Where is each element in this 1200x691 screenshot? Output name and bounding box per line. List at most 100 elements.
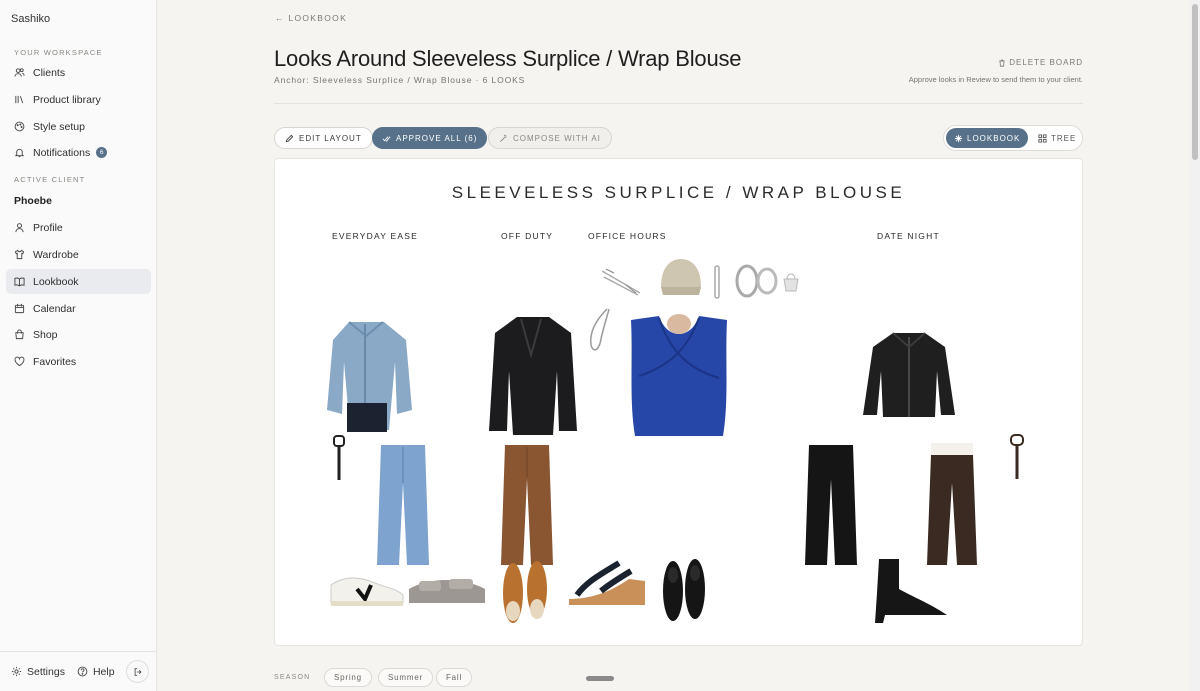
user-icon <box>15 223 24 233</box>
trash-icon <box>999 59 1006 67</box>
active-client-name: Phoebe <box>14 195 52 207</box>
sidebar-item-shop[interactable]: Shop <box>6 322 151 347</box>
gear-icon <box>11 666 22 677</box>
help-circle-icon <box>77 666 88 677</box>
compose-with-ai-label: COMPOSE WITH AI <box>513 133 601 143</box>
pencil-icon <box>285 134 294 142</box>
calendar-icon <box>14 303 25 314</box>
page-subtitle: Anchor: Sleeveless Surplice / Wrap Blous… <box>274 75 526 85</box>
sidebar-item-calendar[interactable]: Calendar <box>6 296 151 321</box>
scrollbar[interactable] <box>1190 0 1200 691</box>
sidebar-item-profile[interactable]: Profile <box>6 215 151 240</box>
sidebar-item-label: Favorites <box>33 355 77 368</box>
board-title: SLEEVELESS SURPLICE / WRAP BLOUSE <box>451 183 906 202</box>
settings-label: Settings <box>27 665 65 678</box>
shirt-icon <box>14 249 25 260</box>
sidebar-item-label: Product library <box>33 93 101 106</box>
brand-name[interactable]: Sashiko <box>11 13 50 25</box>
look-label-date-night: DATE NIGHT <box>877 231 940 241</box>
heart-icon <box>14 356 25 367</box>
edit-layout-button[interactable]: EDIT LAYOUT <box>274 127 373 149</box>
silver-necklace-item[interactable] <box>585 307 613 353</box>
blue-wrap-blouse-item[interactable] <box>625 314 733 440</box>
sidebar-item-label: Lookbook <box>33 275 79 288</box>
sparkle-icon <box>954 134 963 142</box>
black-ankle-boot-item[interactable] <box>869 555 949 625</box>
drag-handle[interactable] <box>586 676 614 681</box>
sidebar-item-style-setup[interactable]: Style setup <box>6 114 151 139</box>
brown-trousers-item[interactable] <box>501 443 553 565</box>
scrollbar-thumb[interactable] <box>1192 4 1198 160</box>
grid-icon <box>1038 133 1047 143</box>
hoop-earrings-item[interactable] <box>733 263 779 299</box>
library-icon <box>15 95 24 104</box>
notification-count-badge: 6 <box>96 147 108 158</box>
view-tree-label: TREE <box>1051 133 1077 143</box>
black-blazer-item[interactable] <box>489 315 577 437</box>
view-lookbook-toggle[interactable]: LOOKBOOK <box>946 128 1029 148</box>
approve-hint-text: Approve looks in Review to send them to … <box>908 75 1083 84</box>
season-chip-fall[interactable]: Fall <box>436 668 473 687</box>
season-chip-summer[interactable]: Summer <box>378 668 434 687</box>
wide-leg-jeans-item[interactable] <box>375 443 431 565</box>
help-label: Help <box>92 665 115 678</box>
white-sneaker-item[interactable] <box>327 571 407 609</box>
approve-all-label: APPROVE ALL (6) <box>396 133 478 143</box>
approve-all-button[interactable]: APPROVE ALL (6) <box>372 127 488 149</box>
birkenstock-sandal-item[interactable] <box>405 569 489 611</box>
header-divider <box>274 103 1083 104</box>
view-tree-toggle[interactable]: TREE <box>1030 128 1084 148</box>
silver-bracelet-item[interactable] <box>713 265 721 299</box>
black-loafer-item[interactable] <box>661 555 707 625</box>
season-label: SEASON <box>274 674 311 681</box>
denim-jacket-item[interactable] <box>319 319 414 432</box>
palette-icon <box>14 121 25 132</box>
sidebar-item-clients[interactable]: Clients <box>6 60 151 85</box>
logout-icon <box>134 667 142 676</box>
help-link[interactable]: Help <box>77 666 115 678</box>
brown-mule-item[interactable] <box>501 559 549 625</box>
sidebar-item-notifications[interactable]: Notifications 6 <box>6 140 151 165</box>
sidebar-item-label: Style setup <box>33 120 85 133</box>
sidebar-item-label: Wardrobe <box>33 248 79 261</box>
season-chip-spring[interactable]: Spring <box>324 668 372 687</box>
sidebar-item-product-library[interactable]: Product library <box>6 87 151 112</box>
black-leather-jacket-item[interactable] <box>861 331 957 419</box>
wedge-sandal-item[interactable] <box>565 555 647 619</box>
look-label-office-hours: OFFICE HOURS <box>588 231 667 241</box>
sidebar-footer: Settings Help <box>0 651 157 691</box>
delete-board-button[interactable]: DELETE BOARD <box>998 58 1083 67</box>
sidebar-item-label: Shop <box>33 328 58 341</box>
sidebar-item-label: Profile <box>33 221 63 234</box>
look-label-everyday-ease: EVERYDAY EASE <box>332 231 418 241</box>
silver-bag-item[interactable] <box>781 269 801 293</box>
settings-link[interactable]: Settings <box>11 666 65 678</box>
logout-button[interactable] <box>126 660 149 683</box>
beige-cap-item[interactable] <box>657 257 703 305</box>
page-title: Looks Around Sleeveless Surplice / Wrap … <box>274 46 742 71</box>
sunglasses-item[interactable] <box>600 267 644 297</box>
bell-icon <box>14 148 25 158</box>
users-icon <box>14 68 25 77</box>
black-belt-item[interactable] <box>331 434 349 482</box>
sidebar-item-label: Notifications <box>33 146 91 159</box>
brown-belt-item[interactable] <box>1007 433 1027 481</box>
workspace-section-label: YOUR WORKSPACE <box>14 48 103 57</box>
compose-with-ai-button[interactable]: COMPOSE WITH AI <box>488 127 612 149</box>
look-label-off-duty: OFF DUTY <box>501 231 554 241</box>
dark-brown-trousers-item[interactable] <box>927 443 977 565</box>
black-wide-trousers-item[interactable] <box>805 443 857 565</box>
sidebar-item-wardrobe[interactable]: Wardrobe <box>6 242 151 267</box>
active-client-section-label: ACTIVE CLIENT <box>14 175 86 184</box>
view-toggle: LOOKBOOK TREE <box>943 125 1083 151</box>
magic-wand-icon <box>500 134 507 142</box>
edit-layout-label: EDIT LAYOUT <box>299 133 362 143</box>
book-icon <box>14 277 25 287</box>
check-double-icon <box>382 135 391 142</box>
sidebar-item-label: Calendar <box>33 302 76 315</box>
shopping-bag-icon <box>15 329 24 340</box>
sidebar-item-lookbook[interactable]: Lookbook <box>6 269 151 294</box>
sidebar-item-favorites[interactable]: Favorites <box>6 349 151 374</box>
view-lookbook-label: LOOKBOOK <box>967 133 1021 143</box>
back-to-lookbook-link[interactable]: ← LOOKBOOK <box>275 13 347 23</box>
